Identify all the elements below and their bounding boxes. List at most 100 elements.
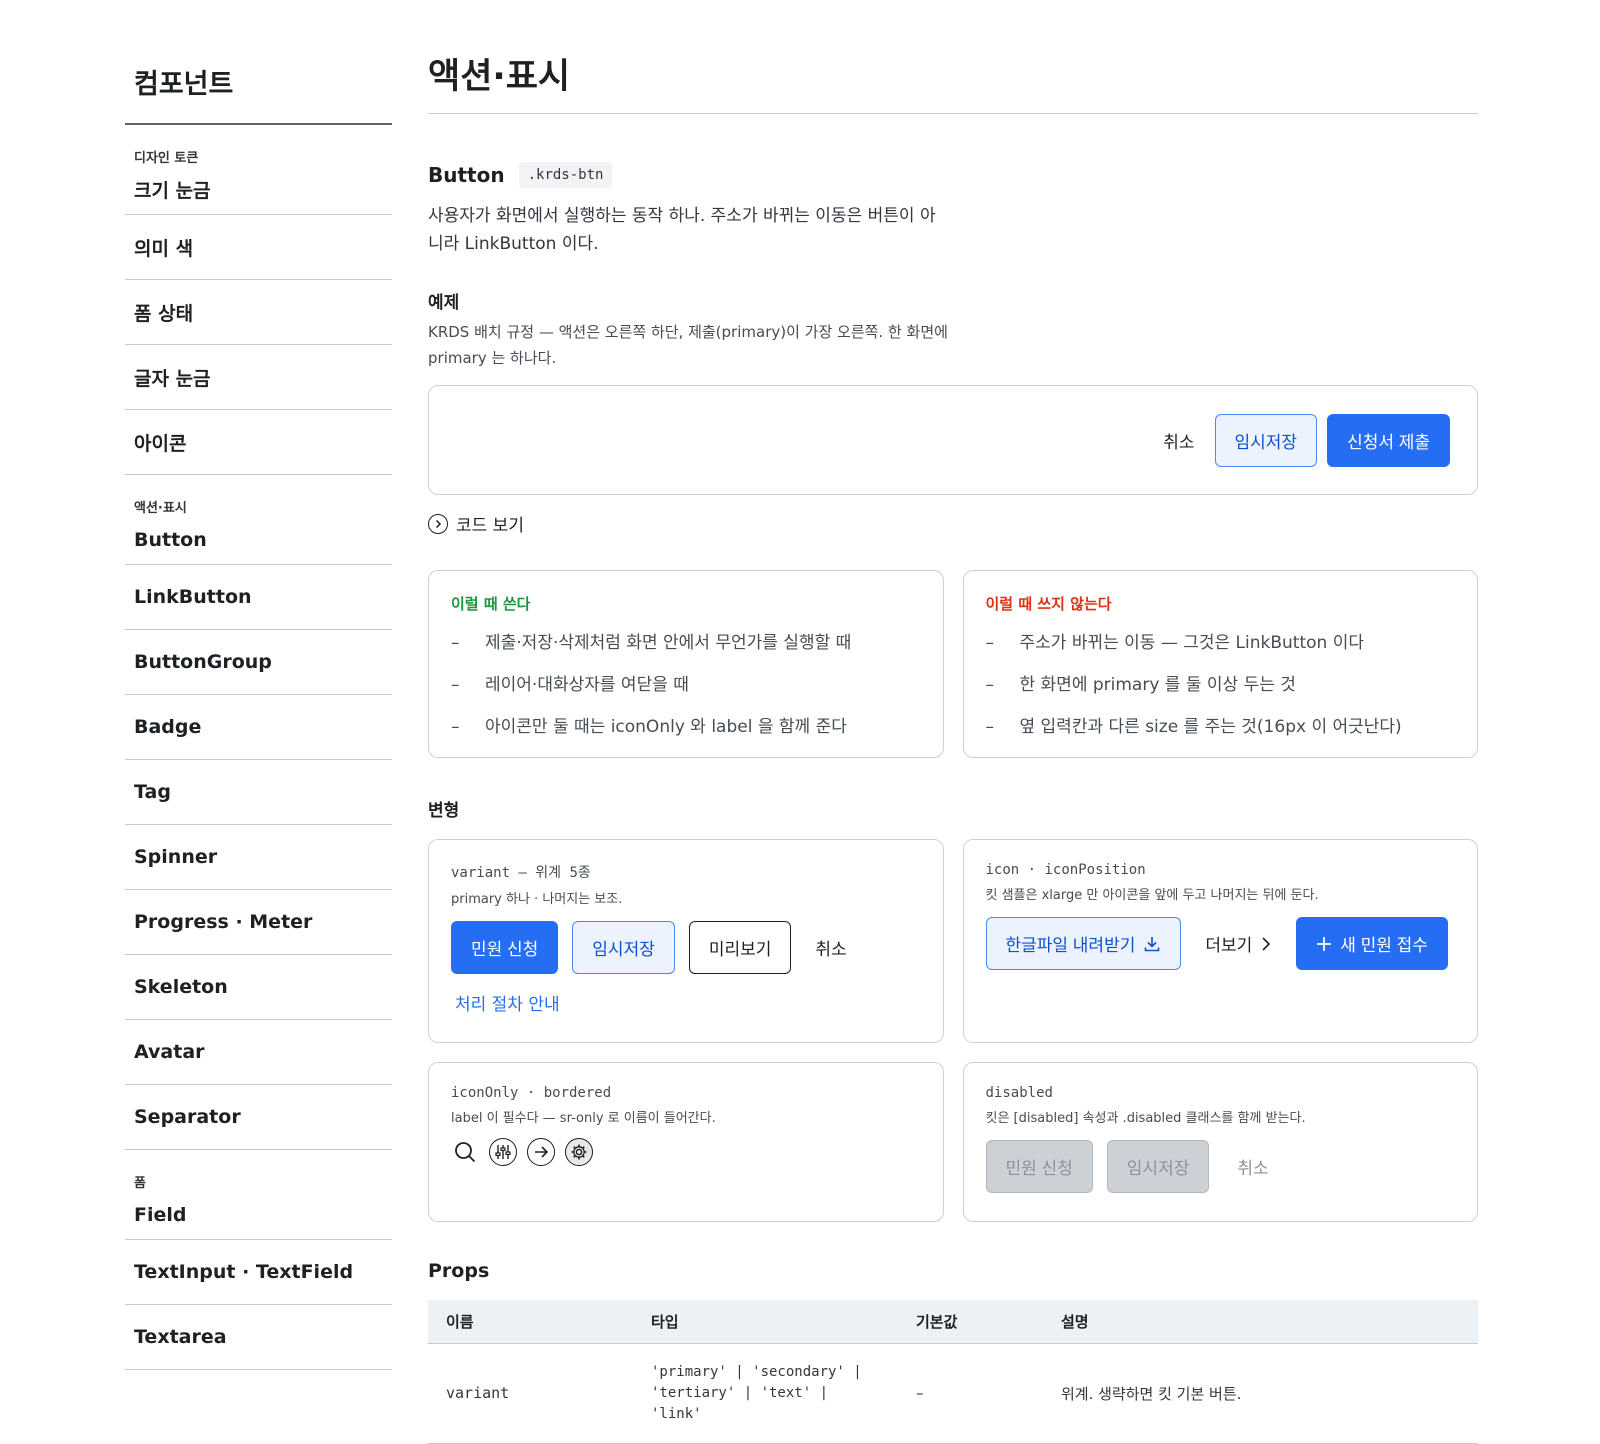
list-item: – 한 화면에 primary 를 둘 이상 두는 것 xyxy=(985,675,1296,695)
section-description: 사용자가 화면에서 실행하는 동작 하나. 주소가 바뀌는 이동은 버튼이 아니… xyxy=(428,206,936,254)
column-header: 설명 xyxy=(1043,1300,1478,1344)
draft-button[interactable]: 임시저장 xyxy=(1214,413,1318,467)
column-header: 타입 xyxy=(633,1300,898,1344)
icon-row: 한글파일 내려받기 더보기 새 민원 접수 xyxy=(985,917,1456,970)
list-item: – 아이콘만 둘 때는 iconOnly 와 label 을 함께 준다 xyxy=(451,717,847,737)
example-demo: 취소 임시저장 신청서 제출 xyxy=(428,385,1478,495)
search-icon[interactable] xyxy=(451,1138,479,1166)
icon-card-sub: 킷 샘플은 xlarge 만 아이콘을 앞에 두고 나머지는 뒤에 둔다. xyxy=(985,888,1319,903)
example-heading: 예제 xyxy=(428,293,460,313)
icononly-card-label: iconOnly · bordered xyxy=(451,1085,612,1101)
usage-dont-title: 이럴 때 쓰지 않는다 xyxy=(985,595,1112,613)
sidebar-group-label: 폼 xyxy=(134,1176,146,1191)
variant-card-sub: primary 하나 · 나머지는 보조. xyxy=(451,892,623,907)
icononly-row xyxy=(451,1138,921,1166)
sidebar-item-form-state[interactable]: 폼 상태 xyxy=(125,280,392,345)
more-button[interactable]: 더보기 xyxy=(1195,917,1282,970)
icon-card: icon · iconPosition 킷 샘플은 xlarge 만 아이콘을 … xyxy=(962,839,1478,1043)
example-description: KRDS 배치 규정 — 액션은 오른쪽 하단, 제출(primary)이 가장… xyxy=(428,323,948,367)
section-header: Button .krds-btn xyxy=(428,162,1478,188)
variants-grid: variant — 위계 5종 primary 하나 · 나머지는 보조. 민원… xyxy=(428,839,1478,1222)
download-button-label: 한글파일 내려받기 xyxy=(1005,936,1136,955)
sidebar-item-textarea[interactable]: Textarea xyxy=(125,1305,392,1370)
variants-heading: 변형 xyxy=(428,801,460,821)
sidebar: 컴포넌트 디자인 토큰 크기 눈금 의미 색 폼 상태 글자 눈금 아이콘 액션… xyxy=(125,50,392,1370)
code-toggle[interactable]: 코드 보기 xyxy=(428,511,1478,536)
sidebar-item-badge[interactable]: Badge xyxy=(125,695,392,760)
variant-card-label: variant — 위계 5종 xyxy=(451,865,591,881)
sidebar-item-semantic-color[interactable]: 의미 색 xyxy=(125,215,392,280)
sidebar-group-label: 디자인 토큰 xyxy=(134,151,199,166)
sidebar-item-avatar[interactable]: Avatar xyxy=(125,1020,392,1085)
arrow-right-icon[interactable] xyxy=(527,1138,555,1166)
column-header: 기본값 xyxy=(898,1300,1043,1344)
tertiary-button[interactable]: 미리보기 xyxy=(688,921,792,974)
usage-dont-card: 이럴 때 쓰지 않는다 – 주소가 바뀌는 이동 — 그것은 LinkButton… xyxy=(962,570,1478,758)
list-item: – 주소가 바뀌는 이동 — 그것은 LinkButton 이다 xyxy=(985,633,1365,653)
sidebar-item-type-scale[interactable]: 글자 눈금 xyxy=(125,345,392,410)
sidebar-item-skeleton[interactable]: Skeleton xyxy=(125,955,392,1020)
sidebar-item-field[interactable]: Field xyxy=(125,1190,392,1240)
sliders-icon[interactable] xyxy=(489,1138,517,1166)
usage-dont-list: – 주소가 바뀌는 이동 — 그것은 LinkButton 이다 – 한 화면에 p… xyxy=(986,622,1456,748)
props-heading: Props xyxy=(428,1260,490,1282)
sidebar-item-tag[interactable]: Tag xyxy=(125,760,392,825)
primary-button[interactable]: 민원 신청 xyxy=(451,921,559,974)
sidebar-item-textinput[interactable]: TextInput · TextField xyxy=(125,1240,392,1305)
props-table: 이름 타입 기본값 설명 variant 'primary' | 'second… xyxy=(428,1300,1478,1444)
list-item: – 제출·저장·삭제처럼 화면 안에서 무언가를 실행할 때 xyxy=(451,633,852,653)
sidebar-item-size-scale[interactable]: 크기 눈금 xyxy=(125,165,392,215)
class-chip: .krds-btn xyxy=(518,162,613,188)
download-button[interactable]: 한글파일 내려받기 xyxy=(985,917,1182,970)
chevron-right-icon xyxy=(1262,936,1271,951)
plus-icon xyxy=(1317,936,1332,951)
cancel-button[interactable]: 취소 xyxy=(1153,414,1204,467)
list-item: – 레이어·대화상자를 여닫을 때 xyxy=(451,675,689,695)
icononly-card-sub: label 이 필수다 — sr-only 로 이름이 들어간다. xyxy=(451,1111,716,1126)
disabled-row: 민원 신청 임시저장 취소 xyxy=(985,1140,1456,1193)
sidebar-item-progress-meter[interactable]: Progress · Meter xyxy=(125,890,392,955)
icon-card-label: icon · iconPosition xyxy=(985,862,1146,878)
new-request-button[interactable]: 새 민원 접수 xyxy=(1296,917,1448,970)
icononly-card: iconOnly · bordered label 이 필수다 — sr-onl… xyxy=(428,1062,944,1222)
prop-default: – xyxy=(898,1343,1043,1444)
disabled-secondary-button[interactable]: 임시저장 xyxy=(1106,1140,1210,1193)
submit-button[interactable]: 신청서 제출 xyxy=(1327,413,1450,467)
disabled-text-button[interactable]: 취소 xyxy=(1223,1140,1282,1193)
prop-name: variant xyxy=(428,1343,633,1444)
column-header: 이름 xyxy=(428,1300,633,1344)
sidebar-item-icon[interactable]: 아이콘 xyxy=(125,410,392,475)
link-button[interactable]: 처리 절차 안내 xyxy=(455,990,560,1015)
section-title: Button xyxy=(428,163,505,187)
list-item: – 옆 입력칸과 다른 size 를 주는 것(16px 이 어긋난다) xyxy=(985,717,1402,737)
disabled-card-label: disabled xyxy=(985,1085,1053,1101)
table-header-row: 이름 타입 기본값 설명 xyxy=(428,1300,1478,1344)
prop-type: 'primary' | 'secondary' | 'tertiary' | '… xyxy=(633,1343,898,1444)
disabled-card-sub: 킷은 [disabled] 속성과 .disabled 클래스를 함께 받는다. xyxy=(985,1111,1306,1126)
page-title: 액션·표시 xyxy=(428,48,1478,114)
variant-card: variant — 위계 5종 primary 하나 · 나머지는 보조. 민원… xyxy=(428,839,944,1043)
more-button-label: 더보기 xyxy=(1205,936,1253,955)
text-button[interactable]: 취소 xyxy=(805,921,856,974)
chevron-right-icon xyxy=(428,513,448,534)
usage-do-list: – 제출·저장·삭제처럼 화면 안에서 무언가를 실행할 때 – 레이어·대화상자를… xyxy=(451,622,921,748)
sidebar-title: 컴포넌트 xyxy=(125,50,392,125)
main-content: 액션·표시 Button .krds-btn 사용자가 화면에서 실행하는 동작… xyxy=(428,48,1478,1444)
sidebar-group-label: 액션·표시 xyxy=(134,501,187,516)
download-icon xyxy=(1145,936,1160,951)
usage-do-title: 이럴 때 쓴다 xyxy=(451,595,531,613)
prop-description: 위계. 생략하면 킷 기본 버튼. xyxy=(1043,1343,1478,1444)
disabled-primary-button[interactable]: 민원 신청 xyxy=(985,1140,1093,1193)
secondary-button[interactable]: 임시저장 xyxy=(572,921,675,974)
sidebar-item-linkbutton[interactable]: LinkButton xyxy=(125,565,392,630)
sidebar-item-buttongroup[interactable]: ButtonGroup xyxy=(125,630,392,695)
code-toggle-label: 코드 보기 xyxy=(456,516,524,536)
variant-row: 민원 신청 임시저장 미리보기 취소 xyxy=(451,921,921,974)
usage-do-card: 이럴 때 쓴다 – 제출·저장·삭제처럼 화면 안에서 무언가를 실행할 때 – 레… xyxy=(428,570,944,758)
sidebar-item-button[interactable]: Button xyxy=(125,515,392,565)
gear-icon[interactable] xyxy=(565,1138,593,1166)
table-row: variant 'primary' | 'secondary' | 'terti… xyxy=(428,1343,1478,1444)
sidebar-item-spinner[interactable]: Spinner xyxy=(125,825,392,890)
sidebar-item-separator[interactable]: Separator xyxy=(125,1085,392,1150)
new-request-label: 새 민원 접수 xyxy=(1340,936,1428,955)
